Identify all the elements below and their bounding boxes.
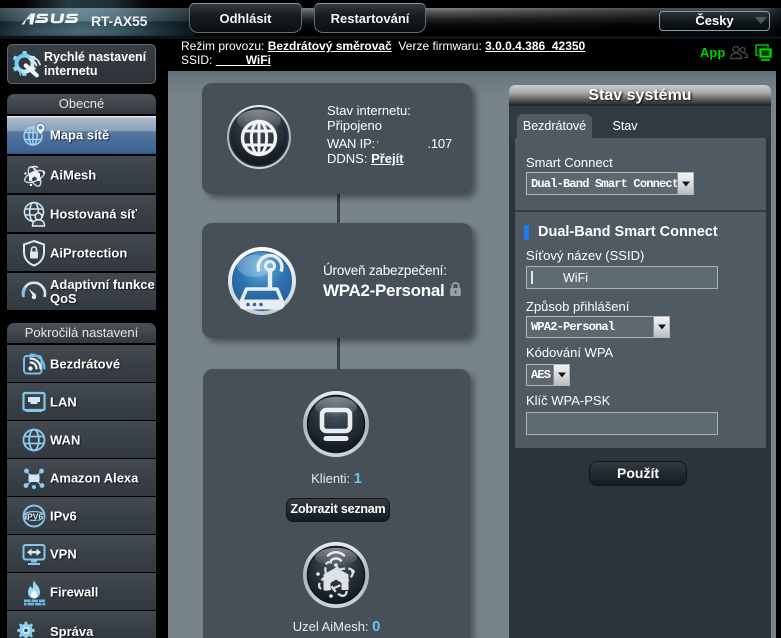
svg-text:IPV6: IPV6 — [25, 511, 44, 521]
